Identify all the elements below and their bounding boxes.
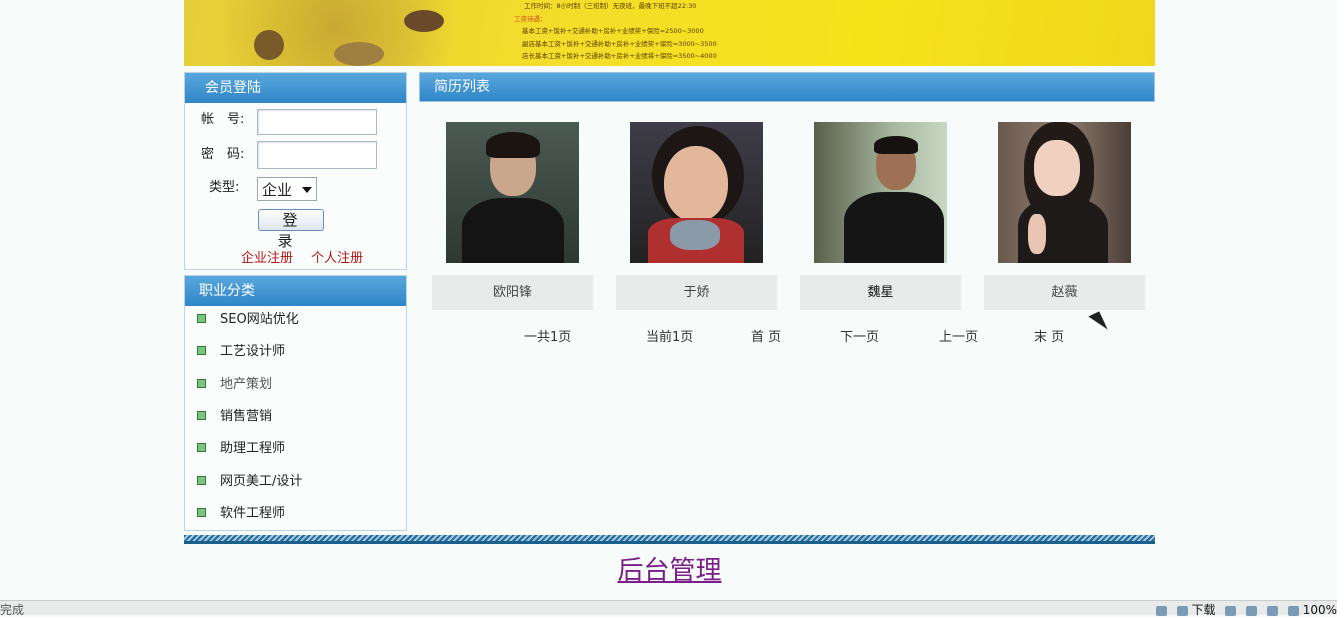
person-register-link[interactable]: 个人注册: [311, 251, 363, 266]
banner-line: 工作时间：8小时制（三班制）无夜班，最晚下班不超22:30: [524, 2, 697, 10]
category-item[interactable]: SEO网站优化: [197, 310, 299, 330]
page-icon: [1225, 605, 1237, 616]
person-name[interactable]: 欧阳锋: [432, 275, 593, 310]
login-button[interactable]: 登 录: [258, 209, 325, 250]
category-label: 助理工程师: [220, 441, 286, 456]
category-item[interactable]: 网页美工/设计: [197, 472, 302, 492]
status-bar: 完成 下载 100%: [0, 600, 1337, 617]
category-item[interactable]: 销售营销: [197, 407, 272, 427]
zoom-level[interactable]: 100%: [1303, 603, 1337, 617]
speaker-icon[interactable]: [1267, 605, 1279, 616]
resume-card[interactable]: 魏星: [800, 122, 961, 310]
admin-link-text[interactable]: 后台管理: [617, 556, 721, 586]
status-right: 下载 100%: [1150, 603, 1337, 617]
person-name[interactable]: 魏星: [800, 275, 961, 310]
admin-link: 后台管理: [184, 550, 1155, 587]
bullet-icon: [197, 314, 206, 323]
bullet-icon: [197, 411, 206, 420]
download-icon[interactable]: [1176, 605, 1188, 616]
person-photo[interactable]: [630, 122, 763, 263]
pager-current: 当前1页: [646, 330, 694, 345]
category-item[interactable]: 软件工程师: [197, 504, 285, 524]
resume-card[interactable]: 欧阳锋: [432, 122, 593, 310]
type-select-value: 企业: [262, 181, 293, 199]
person-photo[interactable]: [814, 122, 947, 263]
chevron-down-icon: [302, 187, 312, 193]
resume-card[interactable]: 赵薇: [984, 122, 1145, 310]
status-text: 完成: [0, 603, 25, 617]
window-icon: [1246, 605, 1258, 616]
resume-title: 简历列表: [420, 73, 1154, 101]
category-label: 工艺设计师: [220, 344, 286, 359]
footer-divider-bar: [184, 541, 1155, 544]
category-label: 销售营销: [220, 409, 273, 424]
person-name[interactable]: 于娇: [616, 275, 777, 310]
banner-figure: [404, 10, 444, 32]
company-register-link[interactable]: 企业注册: [241, 251, 293, 266]
login-title: 会员登陆: [185, 73, 406, 103]
bullet-icon: [197, 346, 206, 355]
category-label: 网页美工/设计: [220, 474, 303, 489]
banner-figure: [334, 42, 384, 66]
banner-text: 工作时间：8小时制（三班制）无夜班，最晚下班不超22:30 工资待遇： 基本工资…: [514, 0, 717, 63]
bullet-icon: [197, 508, 206, 517]
pager-total: 一共1页: [524, 330, 572, 345]
banner-line: 店长基本工资+饭补+交通补助+房补+业绩将+保险=3500~4000: [522, 52, 717, 60]
category-label: 地产策划: [220, 377, 273, 392]
password-input[interactable]: [257, 141, 377, 169]
banner: 工作时间：8小时制（三班制）无夜班，最晚下班不超22:30 工资待遇： 基本工资…: [184, 0, 1155, 66]
type-label: 类型:: [209, 180, 240, 195]
mouse-cursor-icon: [1088, 311, 1108, 335]
banner-line: 副店基本工资+饭补+交通补助+房补+业绩奖+保险=3000~3500: [522, 39, 717, 48]
banner-figure: [254, 30, 284, 60]
account-input[interactable]: [257, 109, 377, 135]
zoom-icon[interactable]: [1287, 605, 1299, 616]
category-title: 职业分类: [185, 276, 406, 306]
bullet-icon: [197, 379, 206, 388]
category-item[interactable]: 助理工程师: [197, 439, 285, 459]
banner-line: 基本工资+饭补+交通补助+房补+业绩奖+保险=2500~3000: [522, 27, 704, 35]
pager-last-link[interactable]: 末 页: [1034, 326, 1064, 345]
type-select[interactable]: 企业: [257, 177, 317, 201]
password-label: 密 码:: [201, 147, 245, 162]
resume-card[interactable]: 于娇: [616, 122, 777, 310]
pager-prev-link[interactable]: 上一页: [939, 326, 978, 345]
banner-line: 工资待遇：: [514, 14, 547, 23]
account-label: 帐 号:: [201, 112, 245, 127]
bullet-icon: [197, 443, 206, 452]
person-photo[interactable]: [998, 122, 1131, 263]
category-label: SEO网站优化: [220, 312, 299, 327]
pager-first-link[interactable]: 首 页: [751, 326, 781, 345]
pager-next-link[interactable]: 下一页: [840, 326, 879, 345]
network-icon: [1155, 605, 1167, 616]
category-item[interactable]: 地产策划: [197, 375, 272, 395]
register-links: 企业注册 个人注册: [241, 247, 377, 266]
category-panel: 职业分类 SEO网站优化 工艺设计师 地产策划 销售营销 助理工程师 网页美工/…: [184, 275, 407, 531]
person-photo[interactable]: [446, 122, 579, 263]
download-label[interactable]: 下载: [1192, 603, 1216, 617]
person-name[interactable]: 赵薇: [984, 275, 1145, 310]
resume-panel: 简历列表: [419, 72, 1155, 102]
category-item[interactable]: 工艺设计师: [197, 342, 285, 362]
login-panel: 会员登陆 帐 号: 密 码: 类型: 企业 登 录 企业注册 个人注册: [184, 72, 407, 270]
category-label: 软件工程师: [220, 506, 286, 521]
bullet-icon: [197, 476, 206, 485]
